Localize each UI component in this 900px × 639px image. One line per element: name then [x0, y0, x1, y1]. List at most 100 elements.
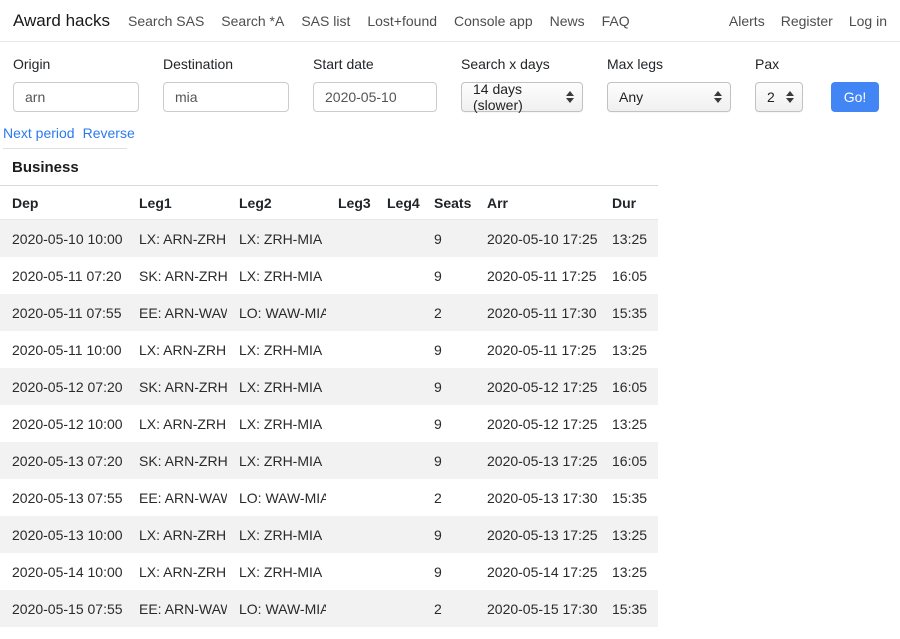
table-cell: LX: ZRH-MIA [227, 368, 326, 405]
col-header-arr: Arr [475, 186, 600, 220]
table-cell: 2020-05-11 17:30 [475, 294, 600, 331]
pax-select[interactable]: 2 [755, 82, 803, 112]
next-period-link[interactable]: Next period [3, 125, 75, 141]
table-cell: 2 [422, 479, 475, 516]
flight-search-form: Origin Destination Start date Search x d… [0, 42, 900, 112]
table-cell: 2020-05-14 10:00 [0, 553, 127, 590]
results-table-body: 2020-05-10 10:00LX: ARN-ZRHLX: ZRH-MIA92… [0, 220, 658, 628]
table-cell: 2020-05-13 07:55 [0, 479, 127, 516]
table-cell: 9 [422, 257, 475, 294]
table-cell: 9 [422, 553, 475, 590]
nav-link-console-app[interactable]: Console app [454, 13, 533, 29]
nav-link-register[interactable]: Register [781, 13, 833, 29]
nav-link-sas-list[interactable]: SAS list [301, 13, 350, 29]
table-cell: 16:05 [600, 257, 658, 294]
search-days-field-group: Search x days 14 days (slower) [461, 56, 583, 112]
table-cell [326, 405, 375, 442]
table-cell [326, 294, 375, 331]
table-cell: 2020-05-13 07:20 [0, 442, 127, 479]
nav-links-left: Search SAS Search *A SAS list Lost+found… [128, 13, 630, 29]
nav-link-lost-found[interactable]: Lost+found [367, 13, 437, 29]
table-cell [326, 442, 375, 479]
table-cell: 2020-05-15 07:55 [0, 590, 127, 627]
table-cell [326, 479, 375, 516]
table-row: 2020-05-13 10:00LX: ARN-ZRHLX: ZRH-MIA92… [0, 516, 658, 553]
table-cell: 2020-05-13 17:30 [475, 479, 600, 516]
destination-label: Destination [163, 56, 289, 73]
table-cell [375, 590, 422, 627]
table-cell [326, 553, 375, 590]
table-cell: LO: WAW-MIA [227, 590, 326, 627]
table-cell [326, 220, 375, 258]
select-stepper-icon [714, 91, 722, 103]
table-cell: LX: ARN-ZRH [127, 516, 227, 553]
table-cell [326, 257, 375, 294]
cabin-section-title: Business [12, 159, 888, 177]
nav-link-faq[interactable]: FAQ [602, 13, 630, 29]
table-cell: 2020-05-11 10:00 [0, 331, 127, 368]
table-cell [375, 220, 422, 258]
pax-selected-value: 2 [767, 89, 775, 105]
origin-label: Origin [13, 56, 139, 73]
max-legs-field-group: Max legs Any [607, 56, 731, 112]
table-cell: 13:25 [600, 516, 658, 553]
top-navbar: Award hacks Search SAS Search *A SAS lis… [0, 0, 900, 42]
table-cell: 15:35 [600, 294, 658, 331]
table-cell: SK: ARN-ZRH [127, 257, 227, 294]
nav-link-search-sas[interactable]: Search SAS [128, 13, 204, 29]
table-cell [375, 257, 422, 294]
table-cell: 13:25 [600, 220, 658, 258]
start-date-label: Start date [313, 56, 437, 73]
destination-input[interactable] [163, 82, 289, 112]
start-date-input[interactable] [313, 82, 437, 112]
table-cell: 13:25 [600, 331, 658, 368]
nav-link-search-star-a[interactable]: Search *A [221, 13, 284, 29]
reverse-link[interactable]: Reverse [83, 125, 135, 141]
col-header-leg3: Leg3 [326, 186, 375, 220]
nav-link-login[interactable]: Log in [849, 13, 887, 29]
table-cell: 2020-05-13 17:25 [475, 442, 600, 479]
col-header-leg2: Leg2 [227, 186, 326, 220]
nav-link-news[interactable]: News [550, 13, 585, 29]
table-cell: 2 [422, 590, 475, 627]
table-cell: 2020-05-12 07:20 [0, 368, 127, 405]
table-cell [375, 368, 422, 405]
table-row: 2020-05-11 07:20SK: ARN-ZRHLX: ZRH-MIA92… [0, 257, 658, 294]
search-days-label: Search x days [461, 56, 583, 73]
col-header-seats: Seats [422, 186, 475, 220]
table-row: 2020-05-10 10:00LX: ARN-ZRHLX: ZRH-MIA92… [0, 220, 658, 258]
search-days-select[interactable]: 14 days (slower) [461, 82, 583, 112]
table-cell [375, 442, 422, 479]
table-cell: LX: ZRH-MIA [227, 220, 326, 258]
table-cell: 15:35 [600, 479, 658, 516]
period-nav: Next period Reverse [3, 125, 127, 149]
table-cell: 13:25 [600, 405, 658, 442]
table-cell: 2020-05-10 10:00 [0, 220, 127, 258]
search-days-selected-value: 14 days (slower) [473, 81, 560, 113]
table-cell: 2020-05-10 17:25 [475, 220, 600, 258]
select-stepper-icon [566, 91, 574, 103]
max-legs-select[interactable]: Any [607, 82, 731, 112]
results-table-header: Dep Leg1 Leg2 Leg3 Leg4 Seats Arr Dur [0, 186, 658, 220]
pax-label: Pax [755, 56, 803, 73]
go-button[interactable]: Go! [831, 82, 879, 112]
origin-input[interactable] [13, 82, 139, 112]
table-cell: 15:35 [600, 590, 658, 627]
table-row: 2020-05-11 07:55EE: ARN-WAWLO: WAW-MIA22… [0, 294, 658, 331]
table-cell: 2020-05-12 10:00 [0, 405, 127, 442]
nav-link-alerts[interactable]: Alerts [729, 13, 765, 29]
table-cell: 2 [422, 294, 475, 331]
table-cell [326, 368, 375, 405]
table-cell: LX: ARN-ZRH [127, 405, 227, 442]
brand-link[interactable]: Award hacks [13, 11, 110, 31]
col-header-leg4: Leg4 [375, 186, 422, 220]
table-cell: LX: ZRH-MIA [227, 331, 326, 368]
table-row: 2020-05-11 10:00LX: ARN-ZRHLX: ZRH-MIA92… [0, 331, 658, 368]
table-cell: SK: ARN-ZRH [127, 368, 227, 405]
table-cell [375, 405, 422, 442]
table-cell: 2020-05-11 07:55 [0, 294, 127, 331]
table-cell: EE: ARN-WAW [127, 294, 227, 331]
col-header-dur: Dur [600, 186, 658, 220]
table-cell: SK: ARN-ZRH [127, 442, 227, 479]
destination-field-group: Destination [163, 56, 289, 112]
